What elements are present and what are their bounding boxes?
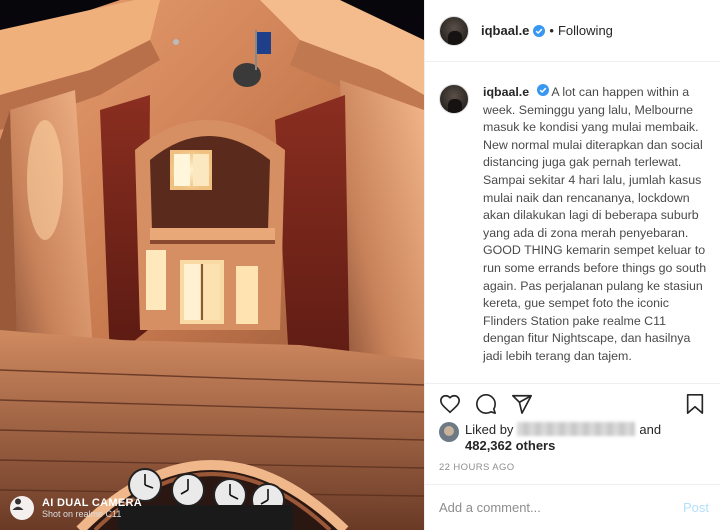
likes-count[interactable]: 482,362 others — [465, 438, 555, 453]
blurred-username — [517, 422, 636, 436]
post-photo[interactable]: AI DUAL CAMERA Shot on realme C11 — [0, 0, 424, 530]
caption: iqbaal.e A lot can happen within a week.… — [425, 70, 720, 382]
post-comment-button[interactable]: Post — [683, 500, 709, 515]
watermark-title: AI DUAL CAMERA — [42, 496, 142, 509]
liker-avatar[interactable] — [439, 422, 459, 442]
caption-body: iqbaal.e A lot can happen within a week.… — [483, 84, 707, 382]
bookmark-icon[interactable] — [682, 391, 708, 417]
comment-icon[interactable] — [473, 391, 499, 417]
camera-watermark: AI DUAL CAMERA Shot on realme C11 — [10, 496, 142, 520]
following-button[interactable]: Following — [558, 23, 613, 38]
liked-by-label: Liked by — [465, 422, 514, 437]
watermark-subtitle: Shot on realme C11 — [42, 509, 122, 520]
author-username[interactable]: iqbaal.e — [481, 23, 529, 38]
action-bar — [437, 390, 708, 418]
comment-form: Post — [425, 485, 720, 530]
flinders-station-illustration — [0, 0, 424, 530]
author-avatar[interactable] — [439, 15, 469, 46]
comment-input[interactable] — [439, 500, 683, 515]
likes-and-label: and — [639, 422, 662, 437]
post-header: iqbaal.e • Following — [425, 0, 720, 62]
verified-badge-icon — [533, 24, 546, 37]
share-icon[interactable] — [509, 391, 535, 417]
caption-avatar[interactable] — [439, 84, 469, 114]
separator-dot: • — [549, 23, 554, 38]
verified-badge-icon — [536, 84, 549, 96]
post-timestamp[interactable]: 22 HOURS AGO — [439, 462, 515, 473]
caption-username[interactable]: iqbaal.e — [483, 85, 529, 99]
divider — [425, 383, 720, 384]
caption-text: A lot can happen within a week. Seminggu… — [483, 85, 707, 363]
post-details-panel: iqbaal.e • Following iqbaal.e A lot can … — [424, 0, 720, 530]
heart-icon[interactable] — [437, 391, 463, 417]
likes-summary: Liked by and 482,362 others — [439, 422, 661, 454]
person-icon — [10, 496, 34, 520]
